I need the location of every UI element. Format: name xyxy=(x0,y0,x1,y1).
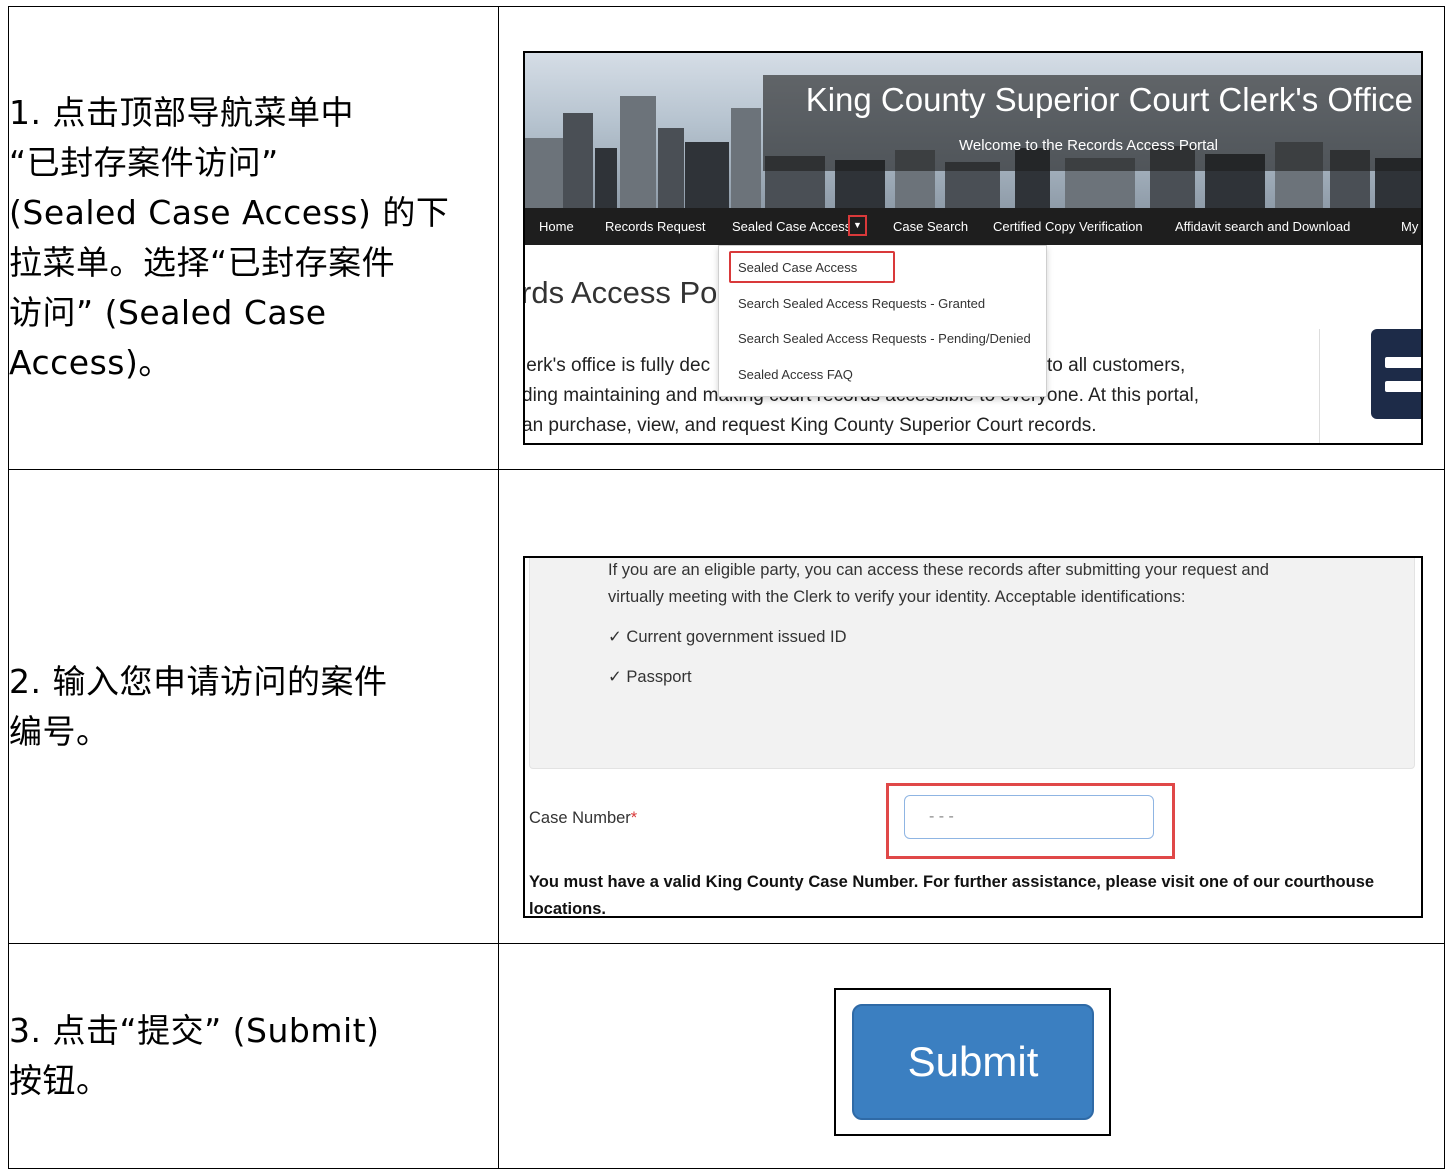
nav-my[interactable]: My xyxy=(1401,208,1418,245)
instruction-line: (Sealed Case Access) 的下 xyxy=(9,193,450,232)
instruction-line: 3. 点击“提交” (Submit) xyxy=(9,1011,380,1050)
case-number-label-text: Case Number xyxy=(529,809,631,827)
case-number-help-text: You must have a valid King County Case N… xyxy=(529,873,1375,918)
building-shape xyxy=(685,142,729,208)
banner-title: King County Superior Court Clerk's Offic… xyxy=(805,81,1413,118)
skyline-banner: King County Superior Court Clerk's Offic… xyxy=(525,53,1421,208)
dropdown-item-search-granted[interactable]: Search Sealed Access Requests - Granted xyxy=(738,296,985,311)
step-3-screenshot-cell: Submit xyxy=(498,943,1445,1169)
instruction-line: 2. 输入您申请访问的案件 xyxy=(9,661,388,701)
page-text-line: to all customers, xyxy=(1047,355,1186,376)
step-2-instruction: 2. 输入您申请访问的案件 编号。 xyxy=(8,469,499,944)
instruction-line: Access)。 xyxy=(9,343,172,382)
step-3-instruction: 3. 点击“提交” (Submit) 按钮。 xyxy=(8,943,499,1169)
tile-bar xyxy=(1385,357,1421,368)
case-number-label: Case Number* xyxy=(529,809,637,828)
building-shape xyxy=(658,128,684,208)
step-1-screenshot-cell: King County Superior Court Clerk's Offic… xyxy=(498,6,1445,470)
portal-screenshot: King County Superior Court Clerk's Offic… xyxy=(523,51,1423,445)
nav-case-search[interactable]: Case Search xyxy=(893,208,968,245)
nav-sealed-case-access[interactable]: Sealed Case Access xyxy=(732,208,851,245)
side-icon-tile xyxy=(1371,329,1421,419)
instruction-line: 拉菜单。选择“已封存案件 xyxy=(9,243,396,282)
intro-text: virtually meeting with the Clerk to veri… xyxy=(608,588,1186,606)
building-shape xyxy=(525,138,565,208)
instruction-line: 访问” (Sealed Case xyxy=(9,293,327,332)
dropdown-caret-icon[interactable]: ▼ xyxy=(848,215,867,236)
id-option: ✓ Current government issued ID xyxy=(608,628,847,646)
case-form-screenshot: If you are an eligible party, you can ac… xyxy=(523,556,1423,918)
building-shape xyxy=(595,148,617,208)
dropdown-item-sealed-faq[interactable]: Sealed Access FAQ xyxy=(738,367,853,382)
building-shape xyxy=(563,113,593,208)
nav-certified-copy-verification[interactable]: Certified Copy Verification xyxy=(993,208,1143,245)
building-shape xyxy=(731,108,761,208)
instruction-line: 1. 点击顶部导航菜单中 xyxy=(9,93,354,132)
sealed-case-dropdown-menu: Sealed Case Access Search Sealed Access … xyxy=(718,245,1047,397)
required-marker: * xyxy=(630,809,638,827)
banner-title-box: King County Superior Court Clerk's Offic… xyxy=(763,75,1421,171)
submit-screenshot: Submit xyxy=(834,988,1111,1136)
building-shape xyxy=(620,96,656,208)
step-2-screenshot-cell: If you are an eligible party, you can ac… xyxy=(498,469,1445,944)
top-nav-bar: Home Records Request Sealed Case Access … xyxy=(525,208,1421,245)
page-heading: rds Access Por xyxy=(523,275,728,310)
banner-subtitle: Welcome to the Records Access Portal xyxy=(959,137,1218,154)
divider xyxy=(1319,329,1320,443)
submit-button[interactable]: Submit xyxy=(852,1004,1094,1120)
nav-affidavit-search[interactable]: Affidavit search and Download xyxy=(1175,208,1350,245)
case-number-input[interactable]: - - - xyxy=(904,795,1154,839)
nav-home[interactable]: Home xyxy=(539,208,574,245)
dropdown-item-search-pending[interactable]: Search Sealed Access Requests - Pending/… xyxy=(738,331,1031,346)
instruction-table: 1. 点击顶部导航菜单中 “已封存案件访问” (Sealed Case Acce… xyxy=(8,6,1445,1169)
page-text-line: an purchase, view, and request King Coun… xyxy=(523,415,1097,436)
nav-records-request[interactable]: Records Request xyxy=(605,208,705,245)
page-text-line: lerk's office is fully dec xyxy=(523,355,711,376)
dropdown-item-sealed-case-access[interactable]: Sealed Case Access xyxy=(738,260,857,275)
tile-bar xyxy=(1385,381,1421,392)
instruction-line: 按钮。 xyxy=(9,1061,110,1100)
id-option: ✓ Passport xyxy=(608,668,692,686)
intro-text: If you are an eligible party, you can ac… xyxy=(608,561,1269,579)
instruction-line: “已封存案件访问” xyxy=(9,143,279,182)
step-1-instruction: 1. 点击顶部导航菜单中 “已封存案件访问” (Sealed Case Acce… xyxy=(8,6,499,470)
instruction-line: 编号。 xyxy=(9,711,110,751)
